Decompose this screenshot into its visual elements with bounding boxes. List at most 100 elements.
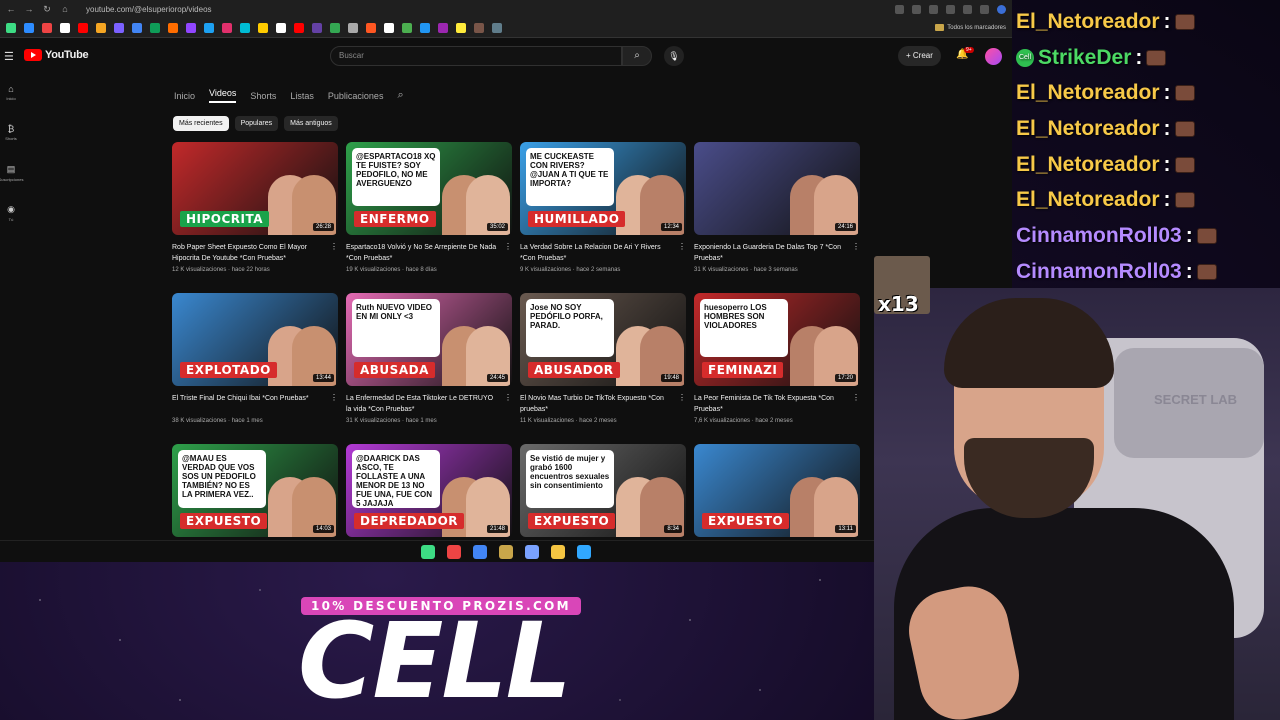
more-options-icon[interactable]: ⋮ (330, 393, 338, 415)
video-thumbnail[interactable]: Jose NO SOY PEDÓFILO PORFA, PARAD. ABUSAD… (520, 293, 686, 386)
video-title[interactable]: El Novio Mas Turbio De TikTok Expuesto *… (520, 393, 672, 415)
video-card[interactable]: huesoperro LOS HOMBRES SON VIOLADORES FEM… (694, 293, 860, 436)
bookmark-icon[interactable] (24, 22, 34, 33)
bookmark-icon[interactable] (420, 22, 430, 33)
extension-icon[interactable] (946, 4, 955, 14)
url-field[interactable]: youtube.com/@elsuperiorop/videos (86, 5, 212, 14)
tab[interactable]: Inicio (174, 91, 195, 101)
video-thumbnail[interactable]: HIPOCRITA 26:28 (172, 142, 338, 235)
bookmark-icon[interactable] (258, 22, 268, 33)
taskbar-app-icon[interactable] (447, 544, 461, 559)
video-thumbnail[interactable]: Ruth NUEVO VIDEO EN MI ONLY <3 ABUSADA 24:… (346, 293, 512, 386)
more-options-icon[interactable]: ⋮ (678, 242, 686, 264)
bookmark-icon[interactable] (42, 22, 52, 33)
star-icon[interactable] (912, 4, 921, 14)
bookmark-icon[interactable] (6, 22, 16, 33)
video-thumbnail[interactable]: 24:16 (694, 142, 860, 235)
taskbar-app-icon[interactable] (551, 544, 565, 559)
puzzle-icon[interactable] (963, 4, 972, 14)
extension-icon[interactable] (895, 4, 904, 14)
extension-icon[interactable] (929, 4, 938, 14)
taskbar-app-icon[interactable] (577, 544, 591, 559)
extension-icon[interactable] (980, 4, 989, 14)
bookmark-icon[interactable] (168, 22, 178, 33)
video-title[interactable]: Rob Paper Sheet Expuesto Como El Mayor H… (172, 242, 324, 264)
video-thumbnail[interactable]: EXPLOTADO 13:44 (172, 293, 338, 386)
video-title[interactable]: La Enfermedad De Esta Tiktoker Le DETRUY… (346, 393, 498, 415)
video-card[interactable]: Ruth NUEVO VIDEO EN MI ONLY <3 ABUSADA 24:… (346, 293, 512, 436)
bookmark-icon[interactable] (366, 22, 376, 33)
video-card[interactable]: @ESPARTACO18 XQ TE FUISTE? SOY PEDOFILO,… (346, 142, 512, 285)
sidebar-item[interactable]: ◉ Tú (0, 200, 22, 240)
video-thumbnail[interactable]: EXPUESTO 13:11 (694, 444, 860, 537)
bookmarks-folder[interactable]: Todos los marcadores (935, 24, 1006, 31)
bookmark-icon[interactable] (312, 22, 322, 33)
video-card[interactable]: HIPOCRITA 26:28 Rob Paper Sheet Expuesto C… (172, 142, 338, 285)
video-card[interactable]: Jose NO SOY PEDÓFILO PORFA, PARAD. ABUSAD… (520, 293, 686, 436)
home-icon[interactable]: ⌂ (60, 4, 70, 14)
more-options-icon[interactable]: ⋮ (852, 242, 860, 264)
sidebar-item[interactable]: ₿ Shorts (0, 120, 22, 160)
video-title[interactable]: El Triste Final De Chiqui Ibai *Con Prue… (172, 393, 324, 415)
video-title[interactable]: Exponiendo La Guarderia De Dalas Top 7 *… (694, 242, 846, 264)
video-thumbnail[interactable]: @ESPARTACO18 XQ TE FUISTE? SOY PEDOFILO,… (346, 142, 512, 235)
taskbar-app-icon[interactable] (499, 544, 513, 559)
sort-chip[interactable]: Más recientes (173, 116, 229, 131)
youtube-logo[interactable]: YouTube (24, 49, 89, 61)
sidebar-item[interactable]: ▤ Suscripciones (0, 160, 23, 200)
bookmark-icon[interactable] (114, 22, 124, 33)
video-title[interactable]: La Verdad Sobre La Relacion De Ari Y Riv… (520, 242, 672, 264)
tab[interactable]: Listas (290, 91, 314, 101)
bookmark-icon[interactable] (348, 22, 358, 33)
more-options-icon[interactable]: ⋮ (504, 393, 512, 415)
bookmark-icon[interactable] (96, 22, 106, 33)
bookmark-icon[interactable] (204, 22, 214, 33)
video-title[interactable]: La Peor Feminista De Tik Tok Expuesta *C… (694, 393, 846, 415)
menu-icon[interactable]: ☰ (4, 50, 14, 63)
video-thumbnail[interactable]: @DAARICK DAS ASCO, TE FOLLASTE A UNA MEN… (346, 444, 512, 537)
more-options-icon[interactable]: ⋮ (504, 242, 512, 264)
bookmark-icon[interactable] (150, 22, 160, 33)
video-card[interactable]: 24:16 Exponiendo La Guarderia De Dalas To… (694, 142, 860, 285)
video-thumbnail[interactable]: huesoperro LOS HOMBRES SON VIOLADORES FEM… (694, 293, 860, 386)
search-input[interactable]: Buscar (330, 46, 622, 66)
video-thumbnail[interactable]: Se vistió de mujer y grabó 1600 encuentr… (520, 444, 686, 537)
bookmark-icon[interactable] (222, 22, 232, 33)
more-options-icon[interactable]: ⋮ (852, 393, 860, 415)
bookmark-icon[interactable] (492, 22, 502, 33)
taskbar-app-icon[interactable] (473, 544, 487, 559)
sidebar-item[interactable]: ⌂ Inicio (0, 80, 22, 120)
profile-icon[interactable] (997, 4, 1006, 14)
video-card[interactable]: EXPLOTADO 13:44 El Triste Final De Chiqui … (172, 293, 338, 436)
search-button[interactable]: ⌕ (622, 46, 652, 66)
taskbar-app-icon[interactable] (525, 544, 539, 559)
bookmark-icon[interactable] (456, 22, 466, 33)
bookmark-icon[interactable] (474, 22, 484, 33)
sort-chip[interactable]: Populares (234, 116, 279, 131)
bookmark-icon[interactable] (384, 22, 394, 33)
more-options-icon[interactable]: ⋮ (330, 242, 338, 264)
bookmark-icon[interactable] (276, 22, 286, 33)
more-options-icon[interactable]: ⋮ (678, 393, 686, 415)
taskbar-app-icon[interactable] (421, 544, 435, 559)
tab[interactable]: Shorts (250, 91, 276, 101)
back-icon[interactable]: ← (6, 4, 16, 14)
bookmark-icon[interactable] (132, 22, 142, 33)
video-card[interactable]: ME CUCKEASTE CON RIVERS? @JUAN A TI QUE … (520, 142, 686, 285)
sort-chip[interactable]: Más antiguos (284, 116, 338, 131)
video-title[interactable]: Espartaco18 Volvió y No Se Arrepiente De… (346, 242, 498, 264)
create-button[interactable]: + Crear (898, 46, 941, 66)
bookmark-icon[interactable] (60, 22, 70, 33)
bookmark-icon[interactable] (186, 22, 196, 33)
tab[interactable]: Publicaciones (328, 91, 384, 101)
voice-search-button[interactable]: 🎙 (664, 46, 684, 66)
bookmark-icon[interactable] (240, 22, 250, 33)
bookmark-icon[interactable] (78, 22, 88, 33)
tab[interactable]: Videos (209, 88, 237, 103)
bookmark-icon[interactable] (402, 22, 412, 33)
bookmark-icon[interactable] (330, 22, 340, 33)
bookmark-icon[interactable] (438, 22, 448, 33)
video-thumbnail[interactable]: @MAAU ES VERDAD QUE VOS SOS UN PEDOFILO … (172, 444, 338, 537)
video-thumbnail[interactable]: ME CUCKEASTE CON RIVERS? @JUAN A TI QUE … (520, 142, 686, 235)
search-icon[interactable]: ⌕ (397, 89, 403, 102)
